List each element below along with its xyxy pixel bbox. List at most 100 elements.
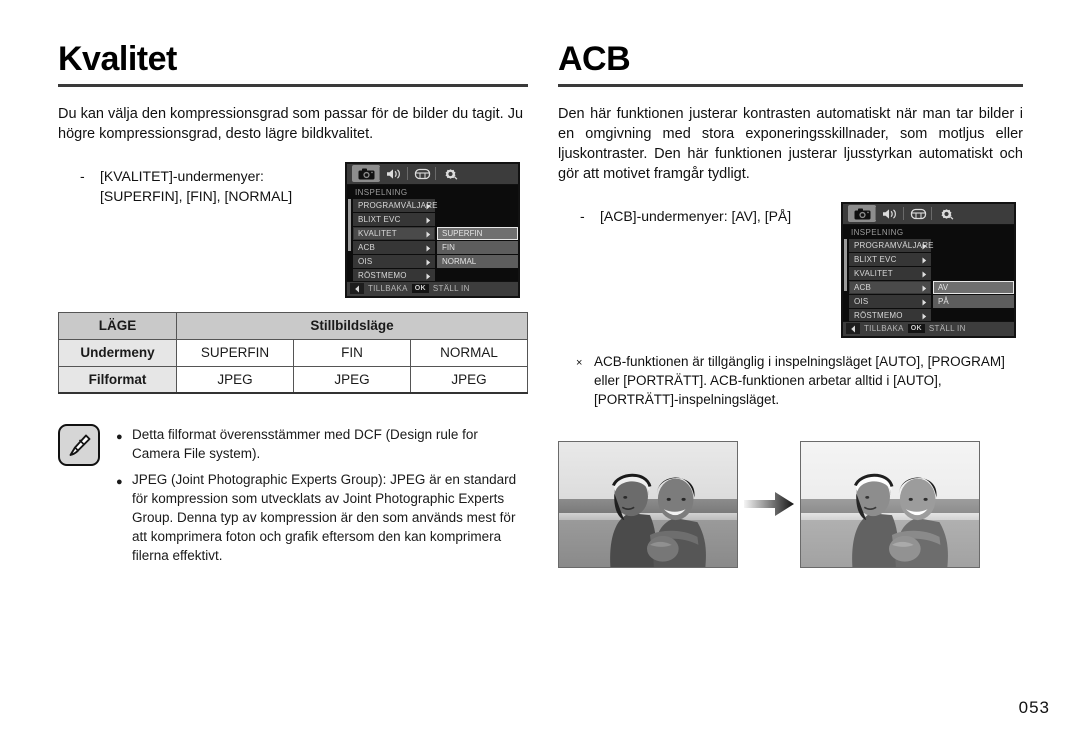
list-item: ● Detta filformat överensstämmer med DCF… (116, 425, 528, 463)
footer-set-label: STÄLL IN (432, 284, 470, 294)
camera-icon[interactable] (848, 205, 876, 223)
acb-footnote: × ACB-funktionen är tillgänglig i inspel… (576, 352, 1023, 409)
submenu-spacer (933, 267, 1014, 280)
table-row: Filformat JPEG JPEG JPEG (58, 365, 528, 395)
menu-item-kvalitet[interactable]: KVALITET (353, 226, 435, 240)
submenu-item-superfin[interactable]: SUPERFIN (437, 226, 518, 240)
submenu-item-fin[interactable]: FIN (437, 240, 518, 254)
table-cell: FIN (293, 338, 411, 367)
footer-back-label: TILLBAKA (864, 324, 904, 334)
lcd-quality-scrollbar[interactable] (348, 198, 351, 251)
kvalitet-submenu-line2: [SUPERFIN], [FIN], [NORMAL] (100, 187, 293, 204)
table-cell: JPEG (176, 365, 294, 395)
x-marker: × (576, 356, 583, 369)
page-number: 053 (1018, 698, 1050, 717)
menu-item-ois[interactable]: OIS (849, 294, 931, 308)
camera-icon[interactable] (352, 165, 380, 183)
note-text: Detta filformat överensstämmer med DCF (… (132, 427, 478, 462)
right-arrow-icon (744, 492, 794, 517)
table-rowlabel-undermeny: Undermeny (58, 338, 177, 367)
page-title-acb: ACB (558, 40, 631, 78)
sound-icon[interactable] (875, 205, 904, 222)
manual-page: Kvalitet Du kan välja den kompressionsgr… (0, 0, 1080, 746)
photo-before-acb (558, 440, 738, 568)
back-button[interactable] (350, 283, 364, 295)
left-column: Kvalitet Du kan välja den kompressionsgr… (58, 40, 528, 572)
lcd-quality-screen-title: INSPELNING (355, 187, 408, 197)
menu-item-programvaljare[interactable]: PROGRAMVÄLJARE (849, 238, 934, 252)
submenu-spacer (437, 199, 518, 212)
title-rule-left (58, 83, 528, 87)
footer-set-label: STÄLL IN (928, 324, 966, 334)
right-column: ACB Den här funktionen justerar kontrast… (558, 40, 1023, 568)
arrow-container (738, 491, 800, 517)
menu-item-blixt-evc[interactable]: BLIXT EVC (353, 212, 435, 226)
list-item: ● JPEG (Joint Photographic Experts Group… (116, 470, 528, 565)
acb-submenu-note: - [ACB]-undermenyer: [AV], [PÅ] (580, 206, 838, 226)
acb-intro-text: Den här funktionen justerar kontrasten a… (558, 105, 1023, 182)
back-button[interactable] (846, 323, 860, 335)
table-rowlabel-filformat: Filformat (58, 365, 177, 395)
sound-icon[interactable] (379, 165, 408, 182)
submenu-spacer (437, 213, 518, 226)
lcd-quality-footer: TILLBAKA OK STÄLL IN (347, 280, 518, 296)
table-row: Undermeny SUPERFIN FIN NORMAL (58, 338, 528, 367)
chevron-right-icon (426, 231, 431, 240)
lcd-acb-menu-list: PROGRAMVÄLJARE BLIXT EVC KVALITET ACB OI… (843, 238, 934, 323)
submenu-item-normal[interactable]: NORMAL (437, 254, 518, 268)
note-bullet-list: ● Detta filformat överensstämmer med DCF… (116, 424, 528, 572)
chevron-right-icon (922, 257, 927, 266)
menu-item-acb[interactable]: ACB (353, 240, 435, 254)
display-icon[interactable] (407, 165, 436, 182)
table-cell: NORMAL (410, 338, 528, 367)
lcd-quality-body: PROGRAMVÄLJARE BLIXT EVC KVALITET ACB OI… (347, 198, 518, 283)
note-pen-icon (58, 424, 100, 467)
settings-icon[interactable] (931, 205, 960, 222)
lcd-quality-submenu-list: SUPERFIN FIN NORMAL (435, 199, 518, 283)
ok-button[interactable]: OK (907, 324, 925, 334)
footer-back-label: TILLBAKA (368, 284, 408, 294)
menu-item-programvaljare[interactable]: PROGRAMVÄLJARE (353, 198, 438, 212)
lcd-quality-tabbar (347, 163, 518, 185)
menu-item-kvalitet[interactable]: KVALITET (849, 266, 931, 280)
kvalitet-submenu-line1: [KVALITET]-undermenyer: (100, 167, 264, 184)
note-text: JPEG (Joint Photographic Experts Group):… (132, 472, 517, 564)
dash-marker: - (80, 167, 85, 184)
kvalitet-submenu-note: - [KVALITET]-undermenyer: [SUPERFIN], [F… (80, 166, 358, 206)
acb-footnote-text: ACB-funktionen är tillgänglig i inspelni… (594, 353, 1005, 407)
menu-item-ois[interactable]: OIS (353, 254, 435, 268)
lcd-acb-tabbar (843, 203, 1014, 225)
submenu-item-pa[interactable]: PÅ (933, 294, 1014, 308)
lcd-quality-menu-list: PROGRAMVÄLJARE BLIXT EVC KVALITET ACB OI… (347, 198, 438, 283)
submenu-spacer (933, 239, 1014, 252)
lcd-acb-screen-title: INSPELNING (851, 227, 904, 237)
submenu-item-av[interactable]: AV (933, 280, 1014, 294)
chevron-right-icon (426, 259, 431, 268)
settings-icon[interactable] (435, 165, 464, 182)
display-icon[interactable] (903, 205, 932, 222)
menu-item-blixt-evc[interactable]: BLIXT EVC (849, 252, 931, 266)
table-cell: SUPERFIN (176, 338, 294, 367)
lcd-acb-scrollbar[interactable] (844, 238, 847, 291)
photo-after-acb (800, 440, 980, 568)
submenu-spacer (933, 253, 1014, 266)
ok-button[interactable]: OK (411, 284, 429, 294)
table-header-mode: LÄGE (58, 311, 177, 340)
title-rule-right (558, 83, 1023, 87)
menu-item-acb[interactable]: ACB (849, 280, 931, 294)
bullet-dot: ● (116, 476, 123, 489)
table-header-still-mode: Stillbildsläge (176, 311, 528, 340)
camera-lcd-acb-menu: INSPELNING PROGRAMVÄLJARE BLIXT EVC KVAL… (836, 197, 1021, 342)
chevron-right-icon (922, 285, 927, 294)
quality-spec-table: LÄGE Stillbildsläge Undermeny SUPERFIN F… (58, 311, 528, 395)
chevron-right-icon (426, 203, 431, 212)
table-cell: JPEG (410, 365, 528, 395)
page-title-kvalitet: Kvalitet (58, 40, 177, 78)
chevron-right-icon (426, 217, 431, 226)
kvalitet-intro-text: Du kan välja den kompressionsgrad som pa… (58, 105, 524, 142)
chevron-right-icon (922, 271, 927, 280)
lcd-acb-footer: TILLBAKA OK STÄLL IN (843, 320, 1014, 336)
table-cell: JPEG (293, 365, 411, 395)
lcd-acb-submenu-list: AV PÅ (931, 239, 1014, 323)
chevron-right-icon (922, 299, 927, 308)
